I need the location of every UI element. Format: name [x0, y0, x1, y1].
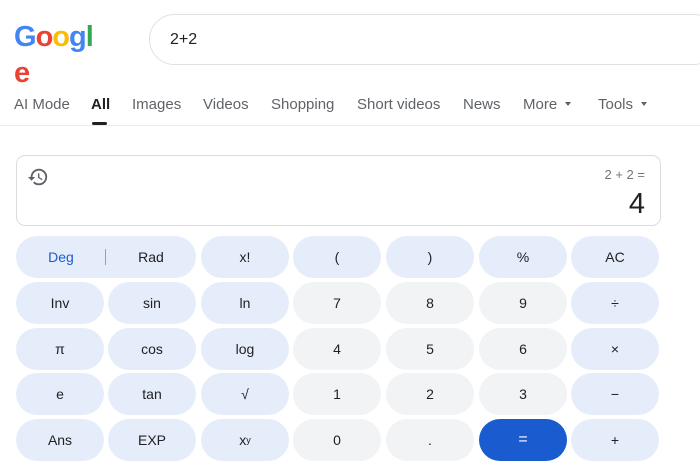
e-button[interactable]: e	[16, 373, 104, 415]
digit-1-button[interactable]: 1	[293, 373, 381, 415]
open-paren-button[interactable]: (	[293, 236, 381, 278]
calculator-display: 2 + 2 = 4	[16, 155, 661, 226]
decimal-button[interactable]: .	[386, 419, 474, 461]
tab-news[interactable]: News	[463, 96, 501, 113]
chevron-down-icon	[565, 102, 572, 107]
digit-7-button[interactable]: 7	[293, 282, 381, 324]
digit-9-button[interactable]: 9	[479, 282, 567, 324]
digit-6-button[interactable]: 6	[479, 328, 567, 370]
power-button[interactable]: xy	[201, 419, 289, 461]
power-exponent: y	[246, 435, 251, 445]
deg-rad-toggle: Deg Rad	[16, 236, 196, 278]
factorial-button[interactable]: x!	[201, 236, 289, 278]
cos-button[interactable]: cos	[108, 328, 196, 370]
search-tabs: AI Mode All Images Videos Shopping Short…	[0, 84, 700, 126]
clear-button[interactable]: AC	[571, 236, 659, 278]
percent-button[interactable]: %	[479, 236, 567, 278]
tab-ai-mode[interactable]: AI Mode	[14, 96, 70, 113]
minus-button[interactable]: −	[571, 373, 659, 415]
inv-button[interactable]: Inv	[16, 282, 104, 324]
tab-more-label: More	[523, 96, 558, 113]
history-icon[interactable]	[27, 166, 49, 188]
digit-0-button[interactable]: 0	[293, 419, 381, 461]
divide-button[interactable]: ÷	[571, 282, 659, 324]
digit-8-button[interactable]: 8	[386, 282, 474, 324]
power-base: x	[239, 432, 247, 448]
tab-short-videos[interactable]: Short videos	[357, 96, 440, 113]
search-box[interactable]	[149, 14, 700, 65]
digit-4-button[interactable]: 4	[293, 328, 381, 370]
chevron-down-icon	[641, 102, 648, 107]
rad-button[interactable]: Rad	[106, 236, 196, 278]
tab-tools-label: Tools	[598, 96, 634, 113]
ans-button[interactable]: Ans	[16, 419, 104, 461]
search-input[interactable]	[170, 30, 570, 49]
calculator-result: 4	[628, 188, 645, 220]
digit-5-button[interactable]: 5	[386, 328, 474, 370]
digit-3-button[interactable]: 3	[479, 373, 567, 415]
close-paren-button[interactable]: )	[386, 236, 474, 278]
ln-button[interactable]: ln	[201, 282, 289, 324]
equals-button[interactable]: =	[479, 419, 567, 461]
tab-images[interactable]: Images	[132, 96, 181, 113]
tan-button[interactable]: tan	[108, 373, 196, 415]
tab-tools[interactable]: Tools	[598, 96, 648, 113]
multiply-button[interactable]: ×	[571, 328, 659, 370]
digit-2-button[interactable]: 2	[386, 373, 474, 415]
deg-button[interactable]: Deg	[16, 236, 106, 278]
tab-more[interactable]: More	[523, 96, 572, 113]
active-tab-indicator	[92, 122, 107, 125]
plus-button[interactable]: +	[571, 419, 659, 461]
tab-videos[interactable]: Videos	[203, 96, 249, 113]
pi-button[interactable]: π	[16, 328, 104, 370]
tab-all[interactable]: All	[91, 96, 110, 113]
tab-shopping[interactable]: Shopping	[271, 96, 334, 113]
calculator-expression: 2 + 2 =	[604, 167, 645, 182]
log-button[interactable]: log	[201, 328, 289, 370]
sqrt-button[interactable]: √	[201, 373, 289, 415]
exp-button[interactable]: EXP	[108, 419, 196, 461]
google-logo[interactable]: Google	[14, 19, 106, 89]
sin-button[interactable]: sin	[108, 282, 196, 324]
